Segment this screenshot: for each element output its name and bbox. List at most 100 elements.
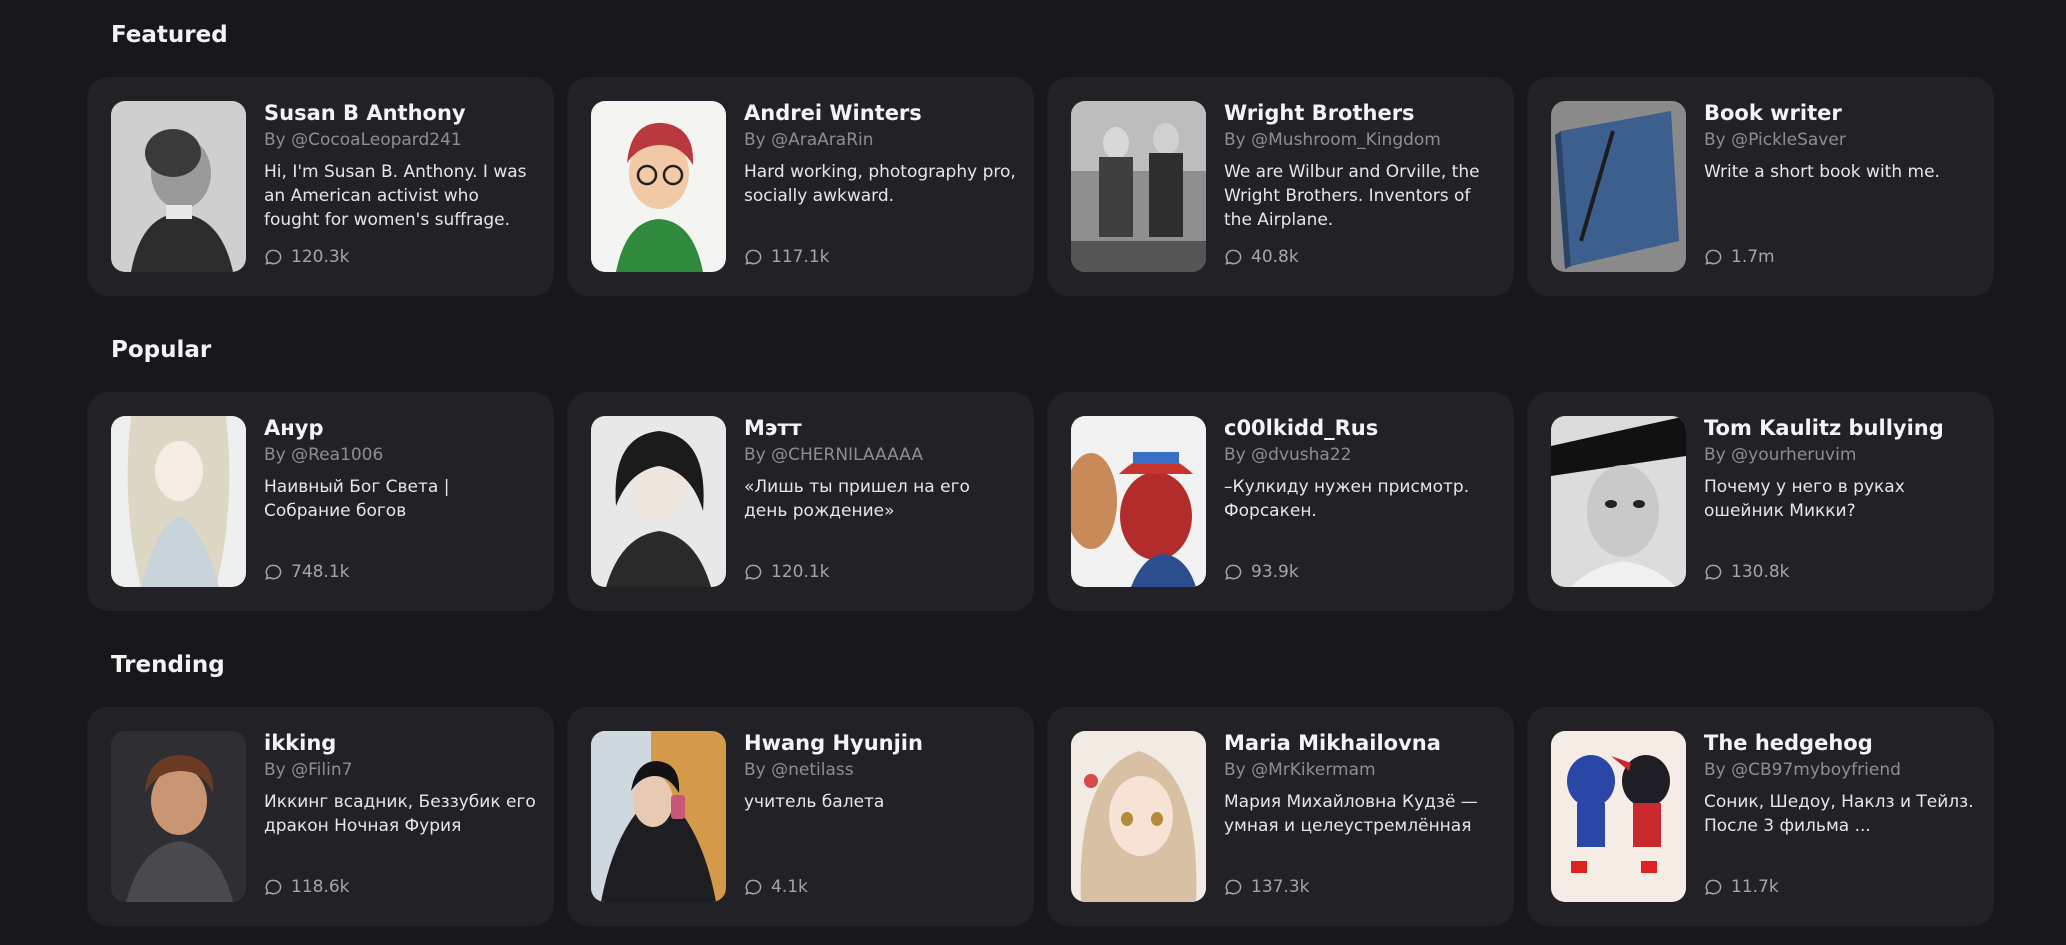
interaction-count-value: 1.7m xyxy=(1731,247,1775,267)
section-title: Featured xyxy=(111,22,228,48)
character-description: –Кулкиду нужен присмотр. Форсакен. xyxy=(1224,477,1470,521)
interaction-count: 4.1k xyxy=(744,877,808,897)
character-description: Соник, Шедоу, Наклз и Тейлз. После 3 фил… xyxy=(1704,792,1974,836)
character-card[interactable]: The hedgehog By @CB97myboyfriend Соник, … xyxy=(1527,707,1994,926)
chat-bubble-icon xyxy=(1705,249,1722,265)
interaction-count: 40.8k xyxy=(1224,247,1299,267)
character-avatar xyxy=(111,416,246,587)
card-info: Maria Mikhailovna By @MrKikermam Мария М… xyxy=(1224,729,1496,904)
character-description: Hi, I'm Susan B. Anthony. I was an Ameri… xyxy=(264,162,527,230)
chat-bubble-icon xyxy=(745,249,762,265)
interaction-count: 130.8k xyxy=(1704,562,1790,582)
character-description: Write a short book with me. xyxy=(1704,162,1940,182)
interaction-count: 1.7m xyxy=(1704,247,1775,267)
character-name: ikking xyxy=(264,731,337,755)
character-name: Andrei Winters xyxy=(744,101,922,125)
interaction-count: 748.1k xyxy=(264,562,350,582)
character-name: c00lkidd_Rus xyxy=(1224,416,1379,440)
character-name: Анур xyxy=(264,416,324,440)
character-card[interactable]: Susan B Anthony By @CocoaLeopard241 Hi, … xyxy=(87,77,554,296)
character-description: Наивный Бог Света | Собрание богов xyxy=(264,477,450,521)
card-info: ikking By @Filin7 Иккинг всадник, Беззуб… xyxy=(264,729,536,904)
character-avatar xyxy=(111,731,246,902)
chat-bubble-icon xyxy=(1225,564,1242,580)
section-title: Popular xyxy=(111,337,212,363)
character-card[interactable]: Анур By @Rea1006 Наивный Бог Света | Соб… xyxy=(87,392,554,611)
character-card[interactable]: Maria Mikhailovna By @MrKikermam Мария М… xyxy=(1047,707,1514,926)
interaction-count-value: 4.1k xyxy=(771,877,808,897)
character-description: Иккинг всадник, Беззубик его дракон Ночн… xyxy=(264,792,536,836)
featured-row: Susan B Anthony By @CocoaLeopard241 Hi, … xyxy=(87,77,1994,296)
character-card[interactable]: ikking By @Filin7 Иккинг всадник, Беззуб… xyxy=(87,707,554,926)
character-avatar xyxy=(591,416,726,587)
character-author[interactable]: By @AraAraRin xyxy=(744,128,1016,152)
character-author[interactable]: By @MrKikermam xyxy=(1224,758,1496,782)
character-card[interactable]: Wright Brothers By @Mushroom_Kingdom We … xyxy=(1047,77,1514,296)
character-avatar xyxy=(1071,731,1206,902)
character-avatar xyxy=(111,101,246,272)
character-name: Maria Mikhailovna xyxy=(1224,731,1441,755)
character-author[interactable]: By @netilass xyxy=(744,758,1016,782)
character-avatar xyxy=(591,101,726,272)
character-author[interactable]: By @PickleSaver xyxy=(1704,128,1976,152)
card-info: Andrei Winters By @AraAraRin Hard workin… xyxy=(744,99,1016,274)
card-info: Tom Kaulitz bullying By @yourheruvim Поч… xyxy=(1704,414,1976,589)
character-card[interactable]: Tom Kaulitz bullying By @yourheruvim Поч… xyxy=(1527,392,1994,611)
character-description: Мария Михайловна Кудзё — умная и целеуст… xyxy=(1224,792,1478,836)
interaction-count-value: 120.1k xyxy=(771,562,830,582)
character-name: The hedgehog xyxy=(1704,731,1873,755)
character-name: Susan B Anthony xyxy=(264,101,466,125)
chat-bubble-icon xyxy=(1225,879,1242,895)
interaction-count: 11.7k xyxy=(1704,877,1779,897)
character-author[interactable]: By @Filin7 xyxy=(264,758,536,782)
character-avatar xyxy=(1551,416,1686,587)
character-avatar xyxy=(1071,101,1206,272)
interaction-count-value: 11.7k xyxy=(1731,877,1779,897)
interaction-count-value: 137.3k xyxy=(1251,877,1310,897)
chat-bubble-icon xyxy=(745,564,762,580)
card-info: Wright Brothers By @Mushroom_Kingdom We … xyxy=(1224,99,1496,274)
card-info: Susan B Anthony By @CocoaLeopard241 Hi, … xyxy=(264,99,536,274)
chat-bubble-icon xyxy=(1705,879,1722,895)
trending-row: ikking By @Filin7 Иккинг всадник, Беззуб… xyxy=(87,707,1994,926)
character-name: Мэтт xyxy=(744,416,802,440)
character-discovery-page: Featured Susan B Anthony By @CocoaLeopar… xyxy=(0,0,2066,945)
character-avatar xyxy=(1071,416,1206,587)
character-name: Wright Brothers xyxy=(1224,101,1415,125)
interaction-count-value: 118.6k xyxy=(291,877,350,897)
character-name: Book writer xyxy=(1704,101,1842,125)
interaction-count-value: 120.3k xyxy=(291,247,350,267)
chat-bubble-icon xyxy=(265,249,282,265)
character-card[interactable]: Andrei Winters By @AraAraRin Hard workin… xyxy=(567,77,1034,296)
character-author[interactable]: By @CocoaLeopard241 xyxy=(264,128,536,152)
character-author[interactable]: By @Mushroom_Kingdom xyxy=(1224,128,1496,152)
card-info: Hwang Hyunjin By @netilass учитель балет… xyxy=(744,729,1016,904)
character-name: Tom Kaulitz bullying xyxy=(1704,416,1944,440)
chat-bubble-icon xyxy=(265,879,282,895)
character-author[interactable]: By @yourheruvim xyxy=(1704,443,1976,467)
card-info: Мэтт By @CHERNILAAAAA «Лишь ты пришел на… xyxy=(744,414,1016,589)
popular-row: Анур By @Rea1006 Наивный Бог Света | Соб… xyxy=(87,392,1994,611)
interaction-count-value: 40.8k xyxy=(1251,247,1299,267)
interaction-count: 120.3k xyxy=(264,247,350,267)
character-author[interactable]: By @CHERNILAAAAA xyxy=(744,443,1016,467)
chat-bubble-icon xyxy=(1705,564,1722,580)
chat-bubble-icon xyxy=(265,564,282,580)
character-author[interactable]: By @dvusha22 xyxy=(1224,443,1496,467)
chat-bubble-icon xyxy=(1225,249,1242,265)
character-card[interactable]: Book writer By @PickleSaver Write a shor… xyxy=(1527,77,1994,296)
interaction-count: 93.9k xyxy=(1224,562,1299,582)
character-avatar xyxy=(591,731,726,902)
card-info: The hedgehog By @CB97myboyfriend Соник, … xyxy=(1704,729,1976,904)
character-author[interactable]: By @Rea1006 xyxy=(264,443,536,467)
character-author[interactable]: By @CB97myboyfriend xyxy=(1704,758,1976,782)
character-description: We are Wilbur and Orville, the Wright Br… xyxy=(1224,162,1480,230)
character-card[interactable]: c00lkidd_Rus By @dvusha22 –Кулкиду нужен… xyxy=(1047,392,1514,611)
character-description: Hard working, photography pro, socially … xyxy=(744,162,1016,206)
section-title: Trending xyxy=(111,652,225,678)
interaction-count-value: 130.8k xyxy=(1731,562,1790,582)
character-card[interactable]: Мэтт By @CHERNILAAAAA «Лишь ты пришел на… xyxy=(567,392,1034,611)
character-card[interactable]: Hwang Hyunjin By @netilass учитель балет… xyxy=(567,707,1034,926)
interaction-count-value: 117.1k xyxy=(771,247,830,267)
card-info: Book writer By @PickleSaver Write a shor… xyxy=(1704,99,1976,274)
